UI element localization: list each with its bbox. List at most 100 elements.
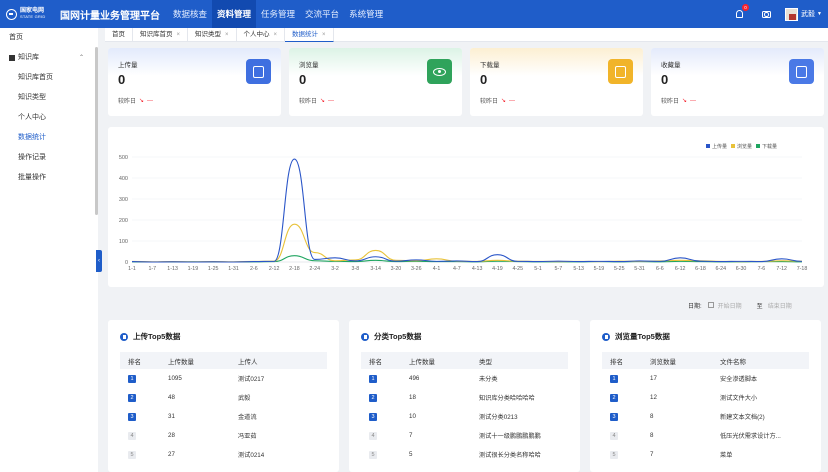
screenshot-button[interactable] <box>759 7 773 21</box>
eye-icon <box>427 59 452 84</box>
x-tick-label: 6-24 <box>715 266 726 272</box>
category-icon <box>361 332 369 341</box>
sidebar-scrollbar[interactable] <box>95 47 98 215</box>
document-upload-icon <box>246 59 271 84</box>
x-tick-label: 3-8 <box>352 266 360 272</box>
sidebar-collapse-button[interactable]: ‹ <box>96 250 102 272</box>
table-cell: 10 <box>409 413 416 420</box>
x-tick-label: 2-24 <box>309 266 320 272</box>
rank-badge: 3 <box>369 412 377 421</box>
table-cell: 测试0214 <box>238 452 265 459</box>
knowledge-base-icon <box>9 55 15 61</box>
x-tick-label: 5-1 <box>534 266 542 272</box>
table-row: 4 8 低压光伏需求设计方... <box>602 426 809 445</box>
sidebar-item-kb-home[interactable]: 知识库首页 <box>0 68 98 88</box>
nav-task-management[interactable]: 任务管理 <box>256 0 300 28</box>
nav-exchange-platform[interactable]: 交流平台 <box>300 0 344 28</box>
x-tick-label: 7-18 <box>797 266 808 272</box>
x-tick-label: 5-19 <box>594 266 605 272</box>
user-name[interactable]: 武毅 <box>801 9 815 19</box>
sidebar-group-knowledge-base[interactable]: 知识库 ⌃ <box>0 48 98 68</box>
x-tick-label: 7-6 <box>758 266 766 272</box>
tab-label: 数据统计 <box>292 30 319 38</box>
x-tick-label: 7-12 <box>776 266 787 272</box>
trend-down-icon: ↘ <box>320 98 326 104</box>
table-cell: 测试文件大小 <box>720 395 758 402</box>
table-cell: 27 <box>168 451 175 458</box>
start-date-input[interactable]: 开始日期 <box>718 301 752 310</box>
x-tick-label: 3-2 <box>331 266 339 272</box>
table-header: 排名 浏览数量 文件名称 <box>602 352 809 369</box>
rank-badge: 2 <box>369 393 377 402</box>
state-grid-logo-icon <box>6 8 17 20</box>
nav-system-management[interactable]: 系统管理 <box>344 0 388 28</box>
table-cell: 新建文本文档(2) <box>720 414 765 421</box>
trend-line-chart: 01002003004005001-1 1-7 1-13 1-19 1-25 1-31 2-… <box>119 143 808 272</box>
sidebar-item-personal-center[interactable]: 个人中心 <box>0 108 98 128</box>
chevron-up-icon: ⌃ <box>78 55 84 61</box>
avatar[interactable] <box>785 7 799 21</box>
table-row: 1 1095 测试0217 <box>120 369 327 388</box>
sidebar-item-batch-operations[interactable]: 批量操作 <box>0 168 98 188</box>
sidebar-item-data-statistics[interactable]: 数据统计 <box>0 128 98 148</box>
sidebar: 首页 知识库 ⌃ 知识库首页 知识类型 个人中心 数据统计 操作记录 批量操作 <box>0 28 98 472</box>
close-icon[interactable]: × <box>322 28 326 42</box>
rank-badge: 5 <box>369 450 377 459</box>
favorite-count-card: 收藏量 0 较昨日 ↘ --- <box>651 48 824 116</box>
nav-data-check[interactable]: 数据核查 <box>168 0 212 28</box>
sidebar-item-operation-log[interactable]: 操作记录 <box>0 148 98 168</box>
table-row: 1 17 安全渗透脚本 <box>602 369 809 388</box>
nav-document-management[interactable]: 资料管理 <box>212 0 257 28</box>
legend-swatch <box>756 144 760 148</box>
x-tick-label: 1-7 <box>148 266 156 272</box>
close-icon[interactable]: × <box>177 28 181 42</box>
table-cell: 武毅 <box>238 395 251 402</box>
card-title: 上传量 <box>118 62 138 69</box>
x-tick-label: 4-7 <box>453 266 461 272</box>
legend-label: 上传量 <box>712 143 727 150</box>
legend-swatch <box>731 144 735 148</box>
series-line <box>131 223 803 263</box>
tab-label: 首页 <box>112 31 125 38</box>
x-tick-label: 4-1 <box>433 266 441 272</box>
card-value: 0 <box>299 72 307 87</box>
card-compare-value: --- <box>509 97 516 104</box>
x-tick-label: 6-30 <box>736 266 747 272</box>
date-filter: 日期: 开始日期 至 结束日期 <box>688 299 802 311</box>
sidebar-item-home[interactable]: 首页 <box>0 28 98 48</box>
x-tick-label: 1-25 <box>208 266 219 272</box>
card-value: 0 <box>661 72 669 87</box>
card-compare-value: --- <box>328 97 335 104</box>
tab-kb-home[interactable]: 知识库首页 × <box>133 28 189 42</box>
table-cell: 12 <box>650 394 657 401</box>
x-tick-label: 6-6 <box>656 266 664 272</box>
end-date-input[interactable]: 结束日期 <box>768 301 802 310</box>
x-tick-label: 4-19 <box>492 266 503 272</box>
sidebar-item-knowledge-types[interactable]: 知识类型 <box>0 88 98 108</box>
tab-personal-center[interactable]: 个人中心 × <box>237 28 286 42</box>
close-icon[interactable]: × <box>225 28 229 42</box>
table-cell: 安全渗透脚本 <box>720 376 758 383</box>
upload-count-card: 上传量 0 较昨日 ↘ --- <box>108 48 281 116</box>
tab-home[interactable]: 首页 <box>105 28 133 42</box>
table-cell: 28 <box>168 432 175 439</box>
tab-knowledge-types[interactable]: 知识类型 × <box>188 28 237 42</box>
x-tick-label: 3-26 <box>411 266 422 272</box>
rank-badge: 2 <box>610 393 618 402</box>
table-cell: 5 <box>409 451 413 458</box>
x-tick-label: 2-12 <box>269 266 280 272</box>
close-icon[interactable]: × <box>274 28 278 42</box>
upload-top5-panel: 上传Top5数据 排名 上传数量 上传人 1 1095 测试0217 2 48 武毅 3… <box>108 320 339 472</box>
trend-down-icon: ↘ <box>682 98 688 104</box>
rank-badge: 5 <box>128 450 136 459</box>
column-header: 浏览数量 <box>650 358 676 366</box>
table-row: 4 7 测试十一级鹏鹏鹏鹏鹏 <box>361 426 568 445</box>
tab-data-statistics[interactable]: 数据统计 × <box>285 28 334 42</box>
rank-badge: 1 <box>128 374 136 383</box>
table-row: 3 8 新建文本文档(2) <box>602 407 809 426</box>
rank-badge: 4 <box>128 431 136 440</box>
notification-button[interactable]: 0 <box>732 4 750 21</box>
x-tick-label: 3-14 <box>370 266 381 272</box>
chevron-down-icon[interactable]: ▼ <box>817 11 822 17</box>
card-compare-value: --- <box>690 97 697 104</box>
